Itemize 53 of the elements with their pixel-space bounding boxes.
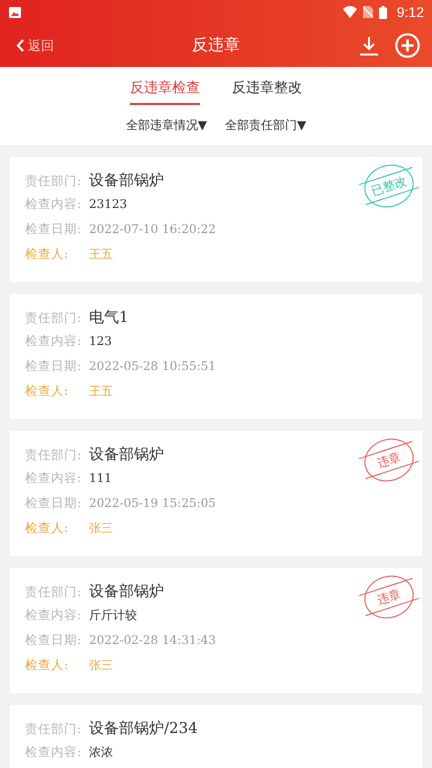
- field-value: 浓浓: [89, 744, 113, 761]
- field-value: 2022-02-28 14:31:43: [89, 633, 216, 647]
- status-time: 9:12: [396, 4, 424, 20]
- field-value: 王五: [89, 383, 113, 400]
- field-value: 2022-07-10 16:20:22: [89, 222, 216, 236]
- field-value: 设备部锅炉: [89, 445, 164, 464]
- field-value: 王五: [89, 246, 113, 263]
- record-card[interactable]: 责任部门: 设备部锅炉 检查内容: 23123 检查日期: 2022-07-10 16:20:22 检查人: 王五 已整改: [10, 157, 422, 282]
- download-icon[interactable]: [359, 36, 379, 56]
- record-card[interactable]: 责任部门: 电气1 检查内容: 123 检查日期: 2022-05-28 10:55:51 检查人: 王五: [10, 294, 422, 419]
- field-value: 2022-05-19 15:25:05: [89, 496, 216, 510]
- field-value: 设备部锅炉: [89, 171, 164, 190]
- image-icon: [9, 6, 21, 18]
- field-value: 123: [89, 334, 112, 348]
- record-card[interactable]: 责任部门: 设备部锅炉/234 检查内容: 浓浓: [10, 705, 422, 768]
- field-value: 张三: [89, 520, 113, 537]
- page-title: 反违章: [192, 35, 240, 56]
- wifi-icon: [342, 6, 357, 18]
- field-label: 责任部门:: [25, 721, 82, 738]
- field-value: 111: [89, 471, 112, 485]
- battery-icon: [378, 6, 387, 18]
- record-card[interactable]: 责任部门: 设备部锅炉 检查内容: 斤斤计较 检查日期: 2022-02-28 14:31:43 检查人: 张三 违章: [10, 568, 422, 693]
- field-label: 责任部门:: [25, 310, 82, 327]
- field-label: 检查内容:: [25, 744, 82, 761]
- add-icon[interactable]: [395, 33, 420, 58]
- filter-dropdown[interactable]: 全部责任部门▼: [223, 114, 308, 136]
- field-label: 检查日期:: [25, 221, 82, 238]
- field-label: 责任部门:: [25, 584, 82, 601]
- field-label: 检查内容:: [25, 470, 82, 487]
- filter-dropdown[interactable]: 全部违章情况▼: [124, 114, 209, 136]
- field-label: 检查人:: [25, 657, 70, 674]
- field-label: 检查日期:: [25, 632, 82, 649]
- field-label: 检查内容:: [25, 333, 82, 350]
- field-value: 2022-05-28 10:55:51: [89, 359, 216, 373]
- field-label: 检查人:: [25, 246, 70, 263]
- field-label: 检查内容:: [25, 196, 82, 213]
- field-label: 检查日期:: [25, 358, 82, 375]
- field-label: 检查日期:: [25, 495, 82, 512]
- tab[interactable]: 反违章整改: [232, 67, 302, 105]
- field-value: 张三: [89, 657, 113, 674]
- field-value: 设备部锅炉: [89, 582, 164, 601]
- no-sim-icon: [362, 6, 373, 18]
- field-value: 斤斤计较: [89, 607, 137, 624]
- record-card[interactable]: 责任部门: 设备部锅炉 检查内容: 111 检查日期: 2022-05-19 15:25:05 检查人: 张三 违章: [10, 431, 422, 556]
- field-value: 电气1: [89, 308, 129, 327]
- field-value: 设备部锅炉/234: [89, 719, 198, 738]
- field-label: 责任部门:: [25, 173, 82, 190]
- field-label: 检查人:: [25, 383, 70, 400]
- back-icon[interactable]: [16, 39, 24, 52]
- field-value: 23123: [89, 197, 128, 211]
- field-label: 责任部门:: [25, 447, 82, 464]
- field-label: 检查人:: [25, 520, 70, 537]
- field-label: 检查内容:: [25, 607, 82, 624]
